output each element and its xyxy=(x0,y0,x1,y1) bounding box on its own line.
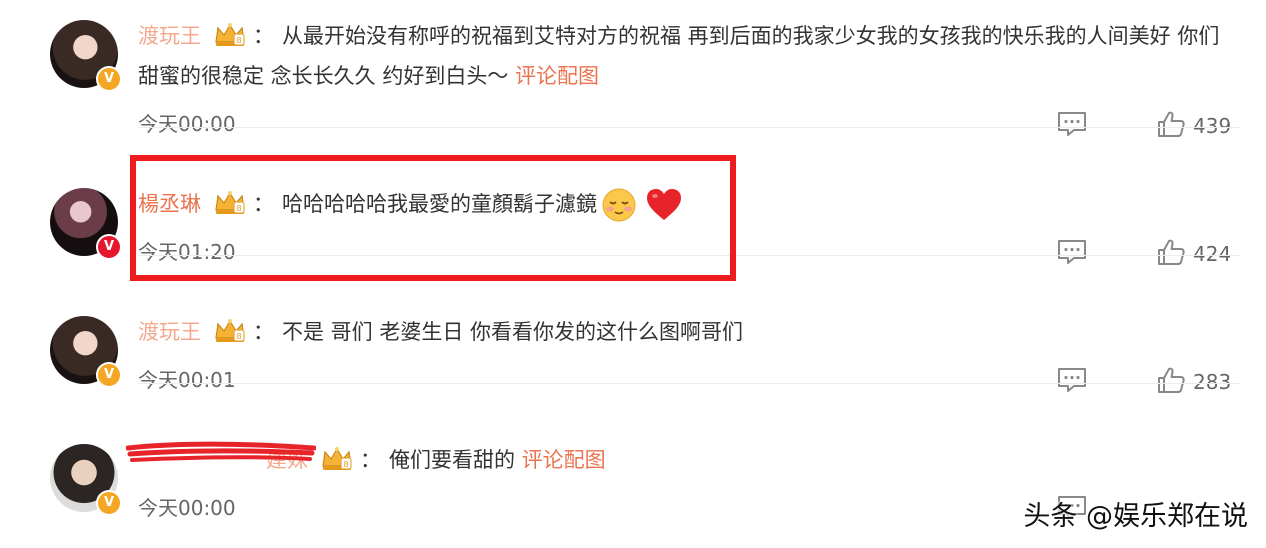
comment-body: 渡玩王 8 ： 不是 哥们 老婆生日 你看看你发的这什么图啊哥们 xyxy=(138,312,1236,352)
colon: ： xyxy=(253,24,274,48)
view-image-link[interactable]: 评论配图 xyxy=(522,448,606,472)
avatar[interactable]: V xyxy=(50,188,122,260)
comment-body: 渡玩王 8 ：从最开始没有称呼的祝福到艾特对方的祝福 再到后面的我家少女我的女孩我的… xyxy=(138,16,1236,96)
verified-badge-icon: V xyxy=(96,490,122,516)
colon: ： xyxy=(360,448,381,472)
svg-text:8: 8 xyxy=(236,36,241,45)
avatar[interactable]: V xyxy=(50,20,122,92)
view-image-link[interactable]: 评论配图 xyxy=(515,64,599,88)
comment-time: 今天00:00 xyxy=(138,496,236,520)
comment-item: V 渡玩王 8 ：从最开始没有称呼的祝福到艾特对方的祝福 再到后面的我家少女我的女孩… xyxy=(0,0,1266,138)
redaction-scribble xyxy=(126,441,316,462)
avatar[interactable]: V xyxy=(50,316,122,388)
colon: ： xyxy=(253,320,274,344)
crown-badge-icon: 8 xyxy=(215,319,245,342)
comment-text: 俺们要看甜的 xyxy=(389,448,515,472)
username-link[interactable]: 渡玩王 xyxy=(138,320,201,344)
svg-text:8: 8 xyxy=(343,460,348,469)
highlight-box xyxy=(130,155,736,281)
crown-badge-icon: 8 xyxy=(215,23,245,46)
username-link[interactable]: 渡玩王 xyxy=(138,24,201,48)
comment-text: 不是 哥们 老婆生日 你看看你发的这什么图啊哥们 xyxy=(282,320,744,344)
watermark: 头条 @娱乐郑在说 xyxy=(1023,501,1248,532)
svg-text:8: 8 xyxy=(236,332,241,341)
avatar[interactable]: V xyxy=(50,444,122,516)
verified-badge-icon: V xyxy=(96,66,122,92)
crown-badge-icon: 8 xyxy=(322,447,352,470)
comment-text: 从最开始没有称呼的祝福到艾特对方的祝福 再到后面的我家少女我的女孩我的快乐我的人… xyxy=(138,24,1220,88)
